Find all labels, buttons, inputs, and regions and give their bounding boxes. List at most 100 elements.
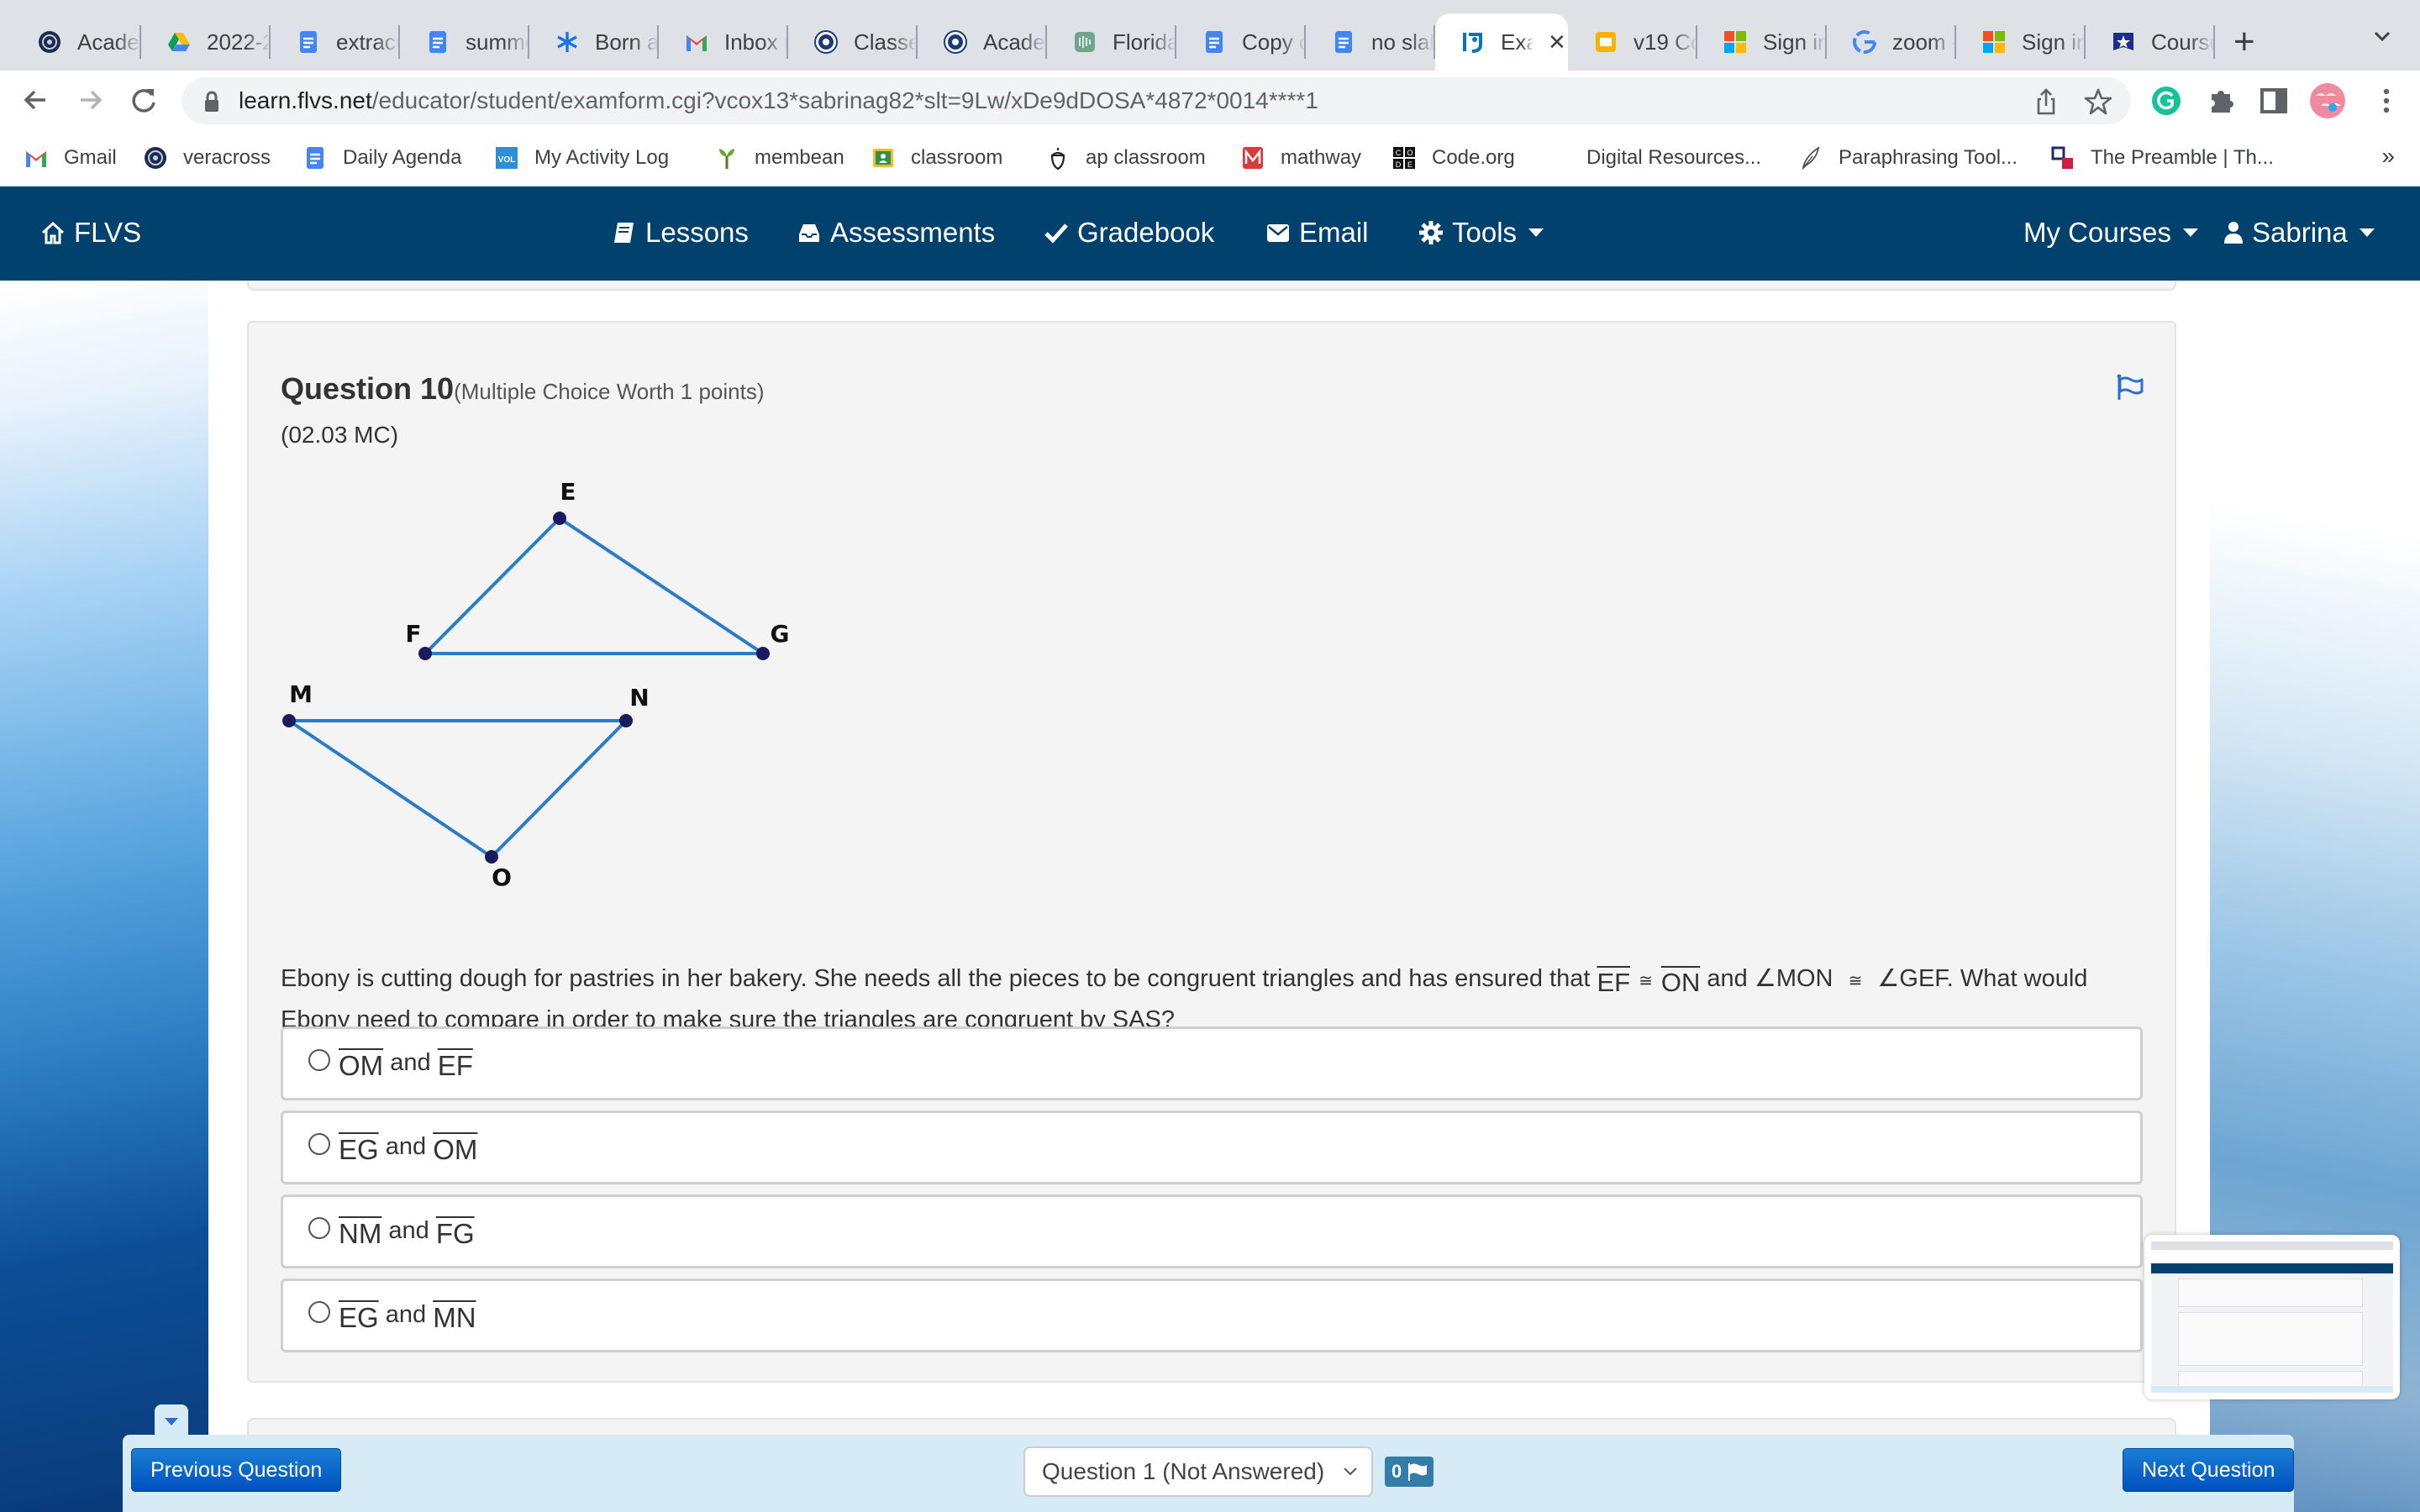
bookmark-label: Digital Resources... [1586, 146, 1762, 169]
nav-assessments[interactable]: Assessments [797, 217, 995, 249]
bookmark-item[interactable]: VOL My Activity Log [494, 143, 669, 173]
flag-question-icon[interactable] [2112, 371, 2146, 405]
nav-home-flvs[interactable]: FLVS [40, 217, 141, 249]
nav-my-courses-dropdown[interactable]: My Courses [2023, 217, 2199, 249]
segment-ge [558, 517, 765, 655]
browser-tab[interactable]: Exa ✕ [1435, 13, 1568, 71]
chevron-down-icon [1344, 1467, 1357, 1476]
close-tab-icon[interactable]: ✕ [1548, 29, 1566, 55]
browser-tab[interactable]: Academ [12, 13, 141, 71]
flagged-count-badge[interactable]: 0 [1385, 1457, 1434, 1487]
gmail-icon [24, 145, 49, 171]
nav-tools-dropdown[interactable]: Tools [1418, 217, 1544, 249]
answer-radio[interactable] [308, 1049, 330, 1071]
answer-choice[interactable]: EG and OM [281, 1110, 2143, 1184]
bookmark-item[interactable]: Paraphrasing Tool... [1798, 143, 2018, 173]
bookmark-item[interactable]: C O D E Code.org [1392, 143, 1515, 173]
side-panel-icon[interactable] [2257, 84, 2291, 118]
google-classroom-icon [871, 145, 896, 171]
flvs-icon [1460, 29, 1486, 55]
share-icon[interactable] [2032, 87, 2060, 116]
tab-title: Copy c [1242, 29, 1306, 55]
google-slides-icon [1593, 29, 1618, 55]
google-docs-icon [302, 145, 328, 171]
code-org-icon: CODE [1392, 145, 1417, 171]
bookmark-item[interactable]: veracross [143, 143, 271, 173]
bookmark-item[interactable]: Digital Resources... [1586, 143, 1761, 173]
flagged-count: 0 [1392, 1461, 1402, 1482]
vertex-point-n [619, 714, 633, 727]
back-arrow-icon[interactable] [18, 82, 54, 118]
browser-tab[interactable]: Sign in [1956, 13, 2086, 71]
bookmark-item[interactable]: membean [714, 143, 844, 173]
bookmark-item[interactable]: The Preamble | Th... [2050, 143, 2274, 173]
bookmark-label: Paraphrasing Tool... [1839, 146, 2018, 169]
browser-tab[interactable]: Course [2086, 13, 2215, 71]
browser-tab[interactable]: Acader [918, 13, 1047, 71]
bookmark-label: membean [755, 146, 844, 169]
answer-radio[interactable] [308, 1217, 330, 1239]
bookmark-item[interactable]: classroom [871, 143, 1002, 173]
url-path: /educator/student/examform.cgi?vcox13*sa… [371, 87, 1318, 113]
answer-choice[interactable]: NM and FG [281, 1194, 2143, 1268]
segment-b: FG [435, 1218, 475, 1249]
nav-lessons[interactable]: Lessons [612, 217, 749, 249]
grammarly-icon[interactable] [2149, 84, 2183, 118]
tab-title: Academ [77, 29, 141, 55]
tab-title: Florida [1113, 29, 1176, 55]
answer-radio[interactable] [308, 1133, 330, 1155]
extensions-puzzle-icon[interactable] [2205, 84, 2238, 118]
segment-b: OM [433, 1134, 478, 1165]
tab-search-chevron-icon[interactable] [2370, 24, 2395, 49]
browser-tab[interactable]: no slak [1306, 13, 1435, 71]
tab-title: Inbox ( [724, 29, 788, 55]
browser-tab[interactable]: extracu [271, 13, 400, 71]
browser-tab[interactable]: Inbox ( [659, 13, 788, 71]
browser-tab[interactable]: Born a [529, 13, 659, 71]
and-word: and [385, 1133, 427, 1160]
bookmark-item[interactable]: ap classroom [1045, 143, 1206, 173]
bookmark-star-icon[interactable] [2084, 87, 2112, 116]
browser-tab[interactable]: Classe [788, 13, 918, 71]
screenshot-thumbnail-preview[interactable] [2144, 1235, 2400, 1399]
reload-icon[interactable] [126, 82, 161, 118]
address-bar[interactable]: learn.flvs.net/educator/student/examform… [182, 77, 2131, 124]
browser-menu-icon[interactable] [2370, 84, 2403, 118]
bookmark-item[interactable]: mathway [1240, 143, 1361, 173]
profile-avatar[interactable] [2309, 82, 2346, 119]
answer-choice[interactable]: EG and MN [281, 1278, 2143, 1352]
browser-tab[interactable]: summe [400, 13, 529, 71]
answer-label: OM and EF [339, 1047, 473, 1081]
answer-radio[interactable] [308, 1301, 330, 1323]
browser-tab[interactable]: zoom - [1827, 13, 1956, 71]
checkmark-icon [1044, 223, 1068, 244]
browser-tab[interactable]: v19 Co [1568, 13, 1697, 71]
url-text[interactable]: learn.flvs.net/educator/student/examform… [239, 87, 1318, 114]
previous-question-button[interactable]: Previous Question [131, 1448, 342, 1492]
question-select-value: Question 1 (Not Answered) [1042, 1458, 1325, 1484]
nav-email[interactable]: Email [1265, 217, 1369, 249]
microsoft-icon [1981, 29, 2007, 55]
segment-a: EG [339, 1134, 379, 1165]
browser-tab[interactable]: Copy c [1176, 13, 1306, 71]
question-select-dropdown[interactable]: Question 1 (Not Answered) [1023, 1446, 1373, 1497]
caret-down-icon [1528, 228, 1544, 237]
mathway-icon [1240, 145, 1265, 171]
new-tab-button[interactable]: + [2233, 20, 2255, 64]
nav-gradebook[interactable]: Gradebook [1044, 217, 1214, 249]
site-navbar: FLVS Lessons Assessments Gradebook Email… [0, 186, 2420, 281]
bookmarks-overflow-button[interactable]: » [2381, 143, 2395, 170]
browser-tab[interactable]: 2022-2 [141, 13, 271, 71]
forward-arrow-icon[interactable] [72, 82, 108, 118]
browser-tab[interactable]: Florida [1047, 13, 1176, 71]
vertex-point-o [485, 850, 498, 864]
answer-choice[interactable]: OM and EF [281, 1026, 2143, 1100]
preamble-icon [2050, 145, 2075, 171]
bookmark-item[interactable]: Gmail [24, 143, 117, 173]
browser-tab[interactable]: Sign in [1697, 13, 1827, 71]
bookmark-item[interactable]: Daily Agenda [302, 143, 461, 173]
bookmark-label: ap classroom [1086, 146, 1206, 169]
inbox-tray-icon [799, 224, 819, 242]
next-question-button[interactable]: Next Question [2123, 1448, 2295, 1492]
nav-user-dropdown[interactable]: Sabrina [2223, 217, 2375, 249]
